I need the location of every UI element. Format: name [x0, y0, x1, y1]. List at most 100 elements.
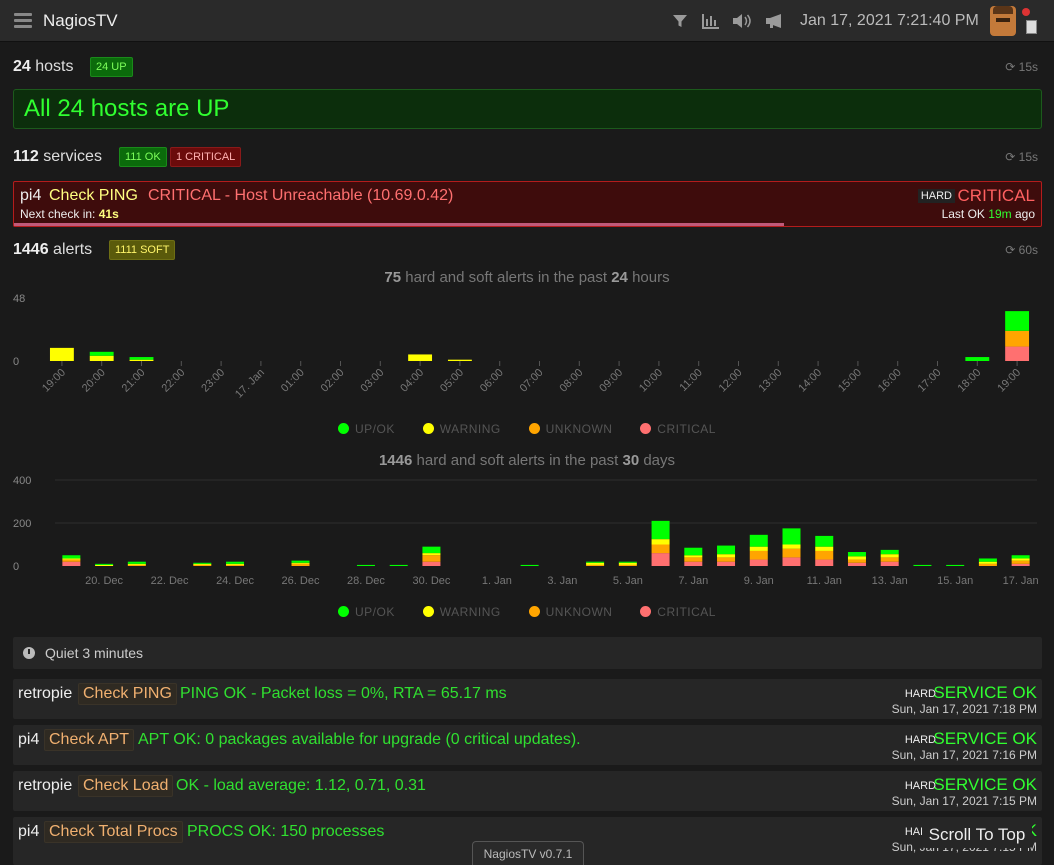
clock: Jan 17, 2021 7:21:40 PM	[800, 12, 979, 29]
bar-segment	[880, 557, 899, 562]
alert-time: Sun, Jan 17, 2021 7:18 PM	[891, 702, 1037, 716]
bar-segment	[226, 563, 245, 565]
services-heading: 112 services	[13, 148, 102, 165]
bar-segment	[62, 561, 81, 566]
x-tick-label: 11. Jan	[807, 575, 842, 587]
x-tick-label: 30. Dec	[412, 575, 450, 587]
bar-segment	[49, 347, 74, 361]
bar-segment	[847, 562, 866, 566]
x-tick-label: 17. Jan	[233, 367, 267, 400]
bar-segment	[815, 535, 834, 547]
y-tick-label: 48	[13, 293, 25, 305]
bar-segment	[978, 558, 997, 562]
bar-segment	[717, 557, 736, 562]
x-tick-label: 08:00	[557, 367, 585, 395]
service-problem-card[interactable]: pi4 Check PING CRITICAL - Host Unreachab…	[13, 181, 1042, 227]
alert-state-type: HARD	[904, 734, 936, 746]
bar-segment	[291, 560, 310, 563]
hosts-heading: 24 hosts	[13, 58, 74, 75]
bar-segment	[651, 544, 670, 554]
chart-24h: 0 48 19:00 20:00 21:00 22:00 23:00 17. Jan 01:00…	[13, 293, 1030, 400]
legend-unknown: UNKNOWN	[528, 422, 613, 436]
notification-icon[interactable]	[1022, 8, 1040, 36]
x-tick-label: 13. Jan	[872, 575, 908, 587]
bar-segment	[684, 557, 703, 562]
bar-segment	[422, 546, 441, 554]
bar-segment	[1011, 563, 1030, 566]
x-tick-label: 07:00	[518, 367, 546, 395]
bar-segment	[1005, 311, 1030, 331]
legend-warning: WARNING	[422, 422, 501, 436]
x-tick-label: 11:00	[677, 367, 704, 394]
last-ok: Last OK 19m ago	[941, 207, 1035, 221]
bar-segment	[356, 564, 375, 566]
refresh-icon: ⟳	[1005, 150, 1016, 164]
bar-segment	[89, 355, 114, 361]
bar-segment	[815, 546, 834, 551]
alert-state-type: HARD	[904, 780, 936, 792]
bar-segment	[127, 564, 146, 566]
alerts-refresh: ⟳ 60s	[1005, 243, 1038, 257]
x-tick-label: 20:00	[80, 367, 108, 395]
megaphone-icon[interactable]	[764, 10, 786, 32]
bar-segment	[651, 539, 670, 545]
alert-service: Check Load	[78, 775, 174, 797]
chart-24h-legend: UP/OK WARNING UNKNOWN CRITICAL	[0, 422, 1054, 436]
bar-segment	[749, 534, 768, 547]
legend-critical: CRITICAL	[640, 605, 716, 619]
chart-icon[interactable]	[700, 10, 722, 32]
top-bar: NagiosTV Jan 17, 2021 7:21:40 PM	[0, 0, 1054, 42]
alert-host: pi4	[18, 731, 40, 748]
x-tick-label: 3. Jan	[547, 575, 577, 587]
bar-segment	[815, 550, 834, 560]
alert-service: Check APT	[44, 729, 135, 751]
alert-state: SERVICE OK	[933, 683, 1037, 702]
problem-message: CRITICAL - Host Unreachable (10.69.0.42)	[148, 187, 454, 204]
bar-segment	[193, 564, 212, 566]
alert-time: Sun, Jan 17, 2021 7:16 PM	[891, 748, 1037, 762]
alert-row[interactable]: retropie Check Load OK - load average: 1…	[13, 771, 1042, 811]
bar-segment	[651, 520, 670, 540]
refresh-icon: ⟳	[1005, 243, 1016, 257]
legend-up: UP/OK	[338, 605, 395, 619]
bar-segment	[89, 351, 114, 356]
state-type-badge: HARD	[917, 189, 955, 203]
filter-icon[interactable]	[669, 10, 691, 32]
bar-segment	[129, 357, 154, 360]
alert-message: PING OK - Packet loss = 0%, RTA = 65.17 …	[180, 685, 507, 702]
bar-segment	[422, 553, 441, 556]
clock-icon	[23, 647, 35, 659]
bar-segment	[978, 563, 997, 566]
x-tick-label: 17. Jan	[1003, 575, 1039, 587]
sound-icon[interactable]	[731, 10, 753, 32]
x-tick-label: 18:00	[955, 367, 983, 395]
bar-segment	[618, 564, 637, 566]
alert-row[interactable]: pi4 Check APT APT OK: 0 packages availab…	[13, 725, 1042, 765]
legend-warning: WARNING	[422, 605, 501, 619]
menu-icon[interactable]	[14, 13, 32, 29]
alert-row[interactable]: retropie Check PING PING OK - Packet los…	[13, 679, 1042, 719]
alert-message: OK - load average: 1.12, 0.71, 0.31	[176, 777, 426, 794]
bar-segment	[127, 561, 146, 564]
bar-segment	[618, 562, 637, 565]
scroll-to-top-button[interactable]: Scroll To Top	[922, 822, 1032, 848]
bar-segment	[1011, 560, 1030, 564]
x-tick-label: 01:00	[279, 367, 307, 395]
bar-segment	[782, 548, 801, 558]
bar-segment	[782, 544, 801, 549]
bar-segment	[749, 546, 768, 551]
chart-24h-title: 75 hard and soft alerts in the past 24 h…	[384, 269, 670, 286]
x-tick-label: 03:00	[358, 367, 386, 395]
x-tick-label: 1. Jan	[482, 575, 512, 587]
version-tab: NagiosTV v0.7.1	[472, 841, 584, 865]
services-refresh: ⟳ 15s	[1005, 150, 1038, 164]
x-tick-label: 15. Jan	[937, 575, 973, 587]
bar-segment	[62, 559, 81, 562]
chart-30d: 0 200 400 20. Dec 22. Dec 24. Dec 26. Dec 28. D…	[13, 475, 1039, 587]
problem-state: CRITICAL	[957, 186, 1035, 205]
problem-service: Check PING	[49, 187, 138, 204]
doom-guy-avatar[interactable]	[990, 6, 1016, 36]
alert-message: APT OK: 0 packages available for upgrade…	[138, 731, 581, 748]
bar-segment	[95, 563, 114, 565]
alert-state: SERVICE OK	[933, 775, 1037, 794]
